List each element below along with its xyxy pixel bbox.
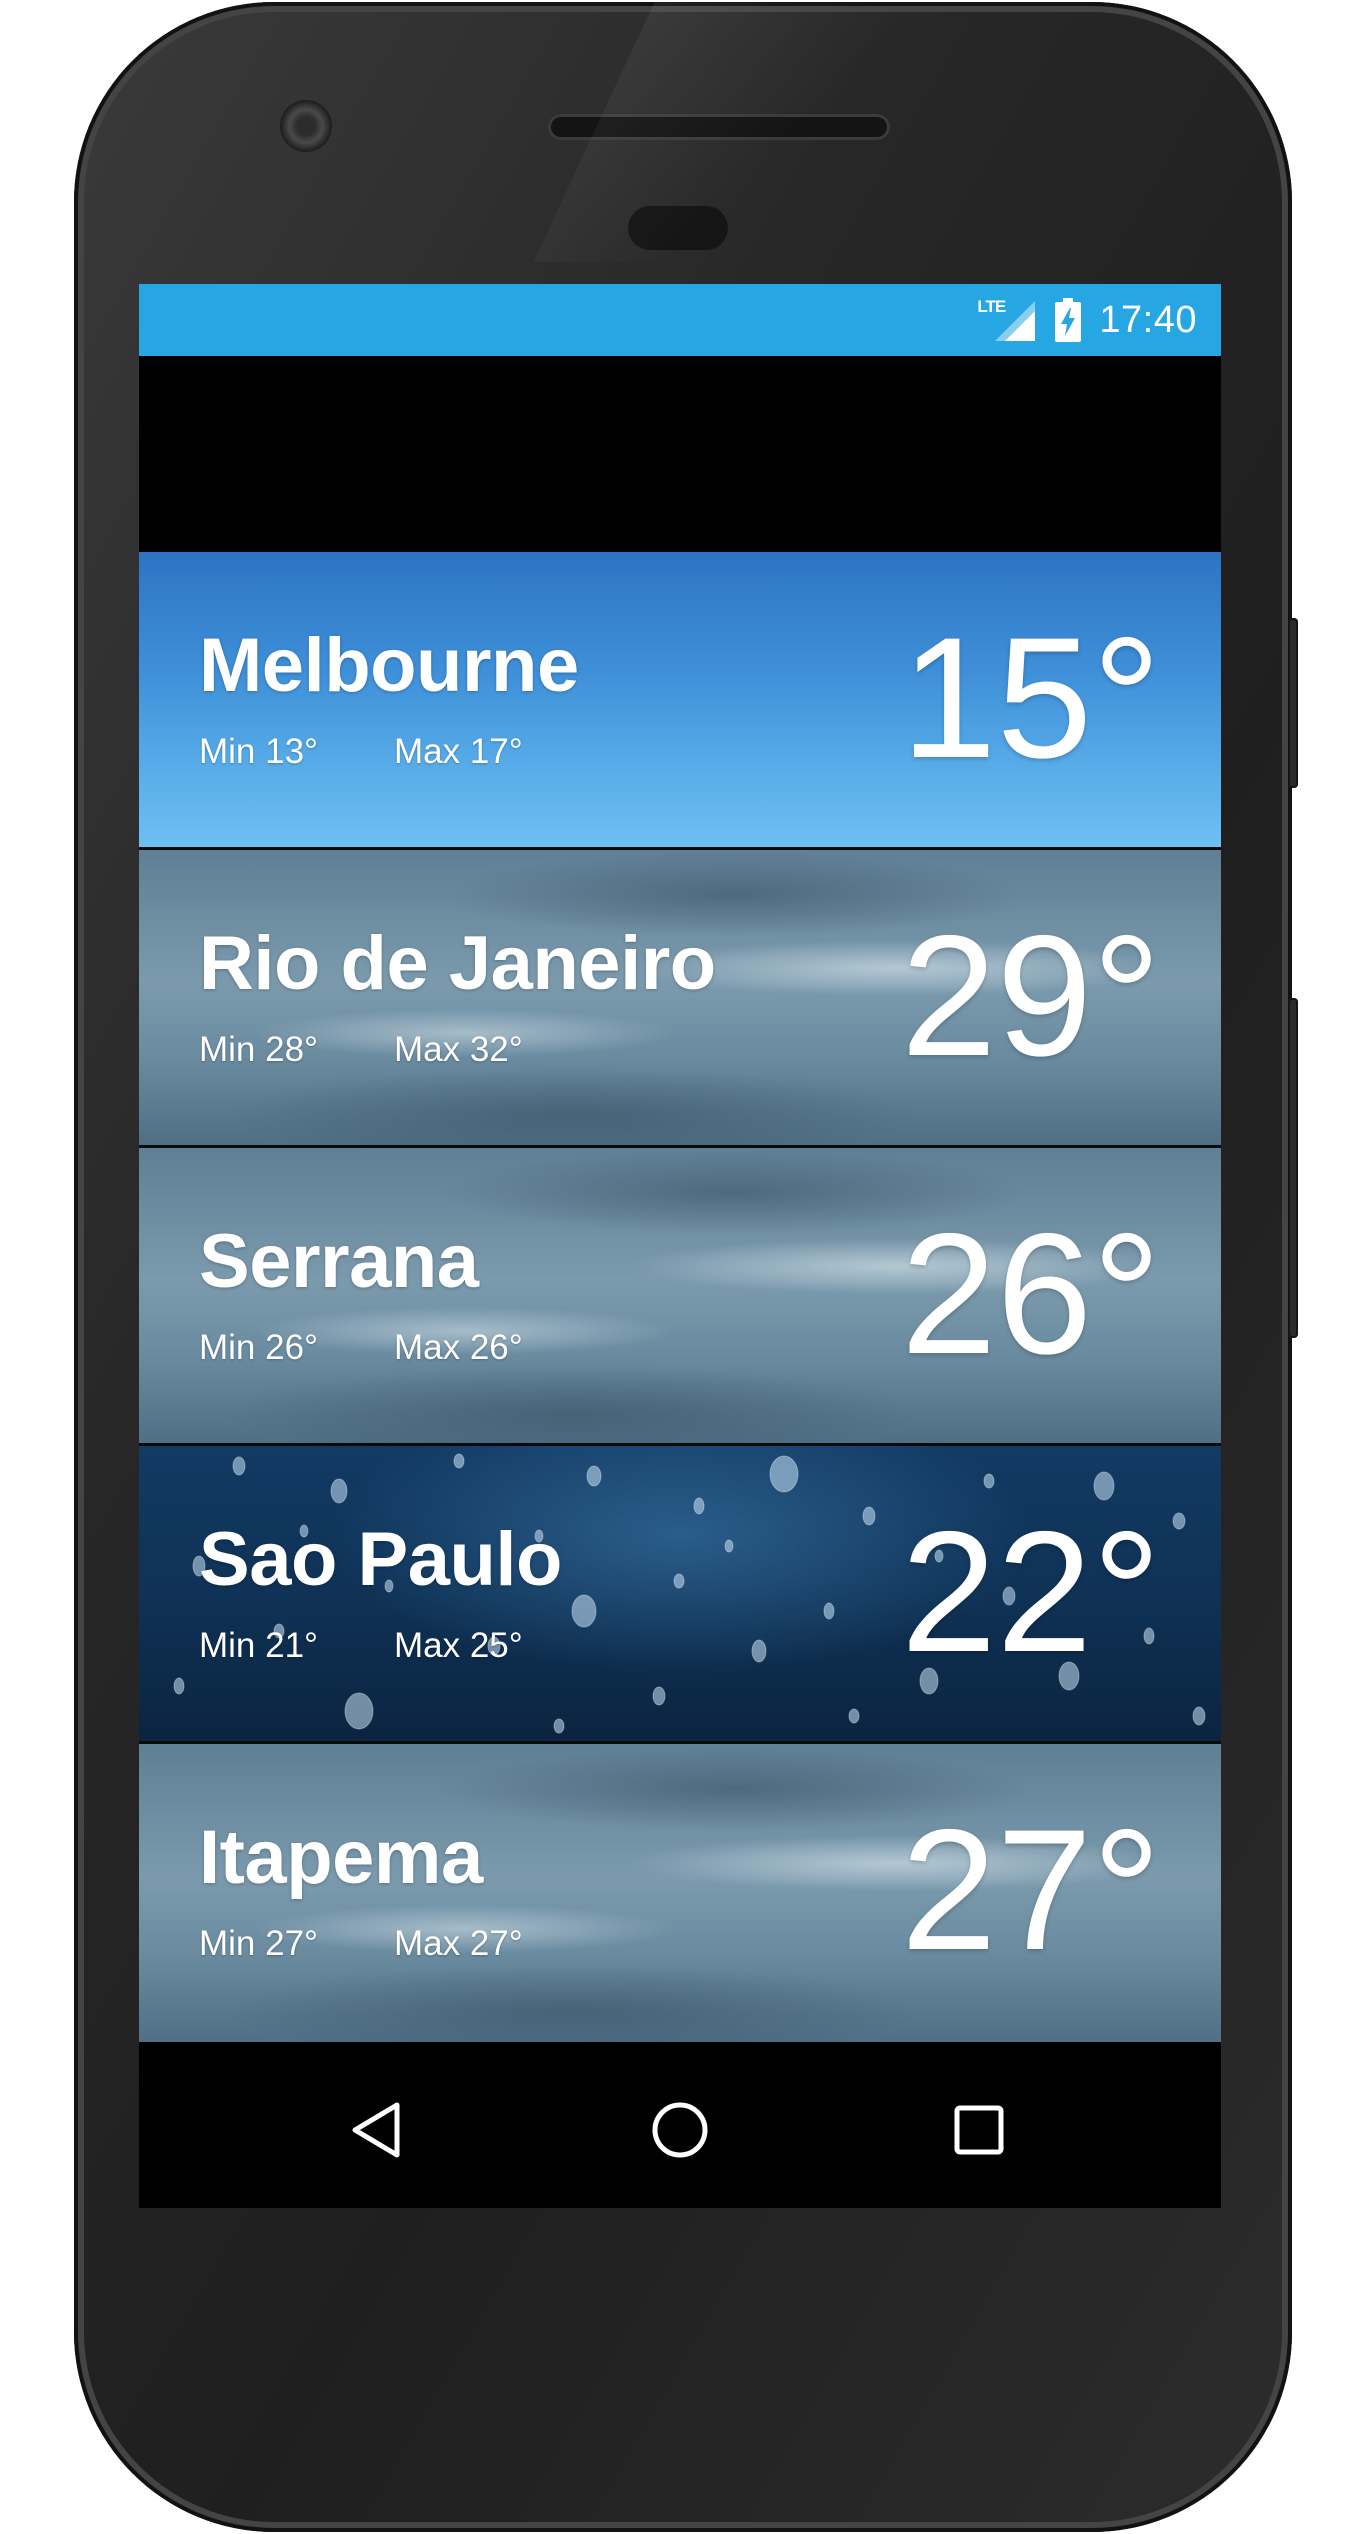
earpiece-speaker	[548, 114, 890, 140]
min-max-temps: Min 13° Max 17°	[199, 732, 523, 772]
min-temp: Min 27°	[199, 1924, 319, 1963]
current-temp: 27°	[900, 1794, 1161, 1986]
front-camera	[280, 100, 332, 152]
min-temp: Min 13°	[199, 732, 319, 771]
city-list[interactable]: Melbourne Min 13° Max 17° 15° Rio de Jan…	[139, 552, 1221, 2042]
current-temp: 22°	[900, 1496, 1161, 1688]
city-name: Melbourne	[199, 623, 579, 708]
home-button[interactable]	[640, 2090, 720, 2170]
battery-charging-icon	[1055, 298, 1082, 342]
city-name: Rio de Janeiro	[199, 921, 716, 1006]
navigation-bar	[139, 2052, 1221, 2208]
city-name: Itapema	[199, 1815, 483, 1900]
min-max-temps: Min 26° Max 26°	[199, 1328, 523, 1368]
min-max-temps: Min 27° Max 27°	[199, 1924, 523, 1964]
city-row-rio-de-janeiro[interactable]: Rio de Janeiro Min 28° Max 32° 29°	[139, 850, 1221, 1148]
back-button[interactable]	[337, 2090, 417, 2170]
city-name: Serrana	[199, 1219, 479, 1304]
screen: LTE 17:40 Melbourne Min 13° Max 17° 15°	[139, 284, 1221, 2208]
status-bar: LTE 17:40	[139, 284, 1221, 356]
min-max-temps: Min 21° Max 25°	[199, 1626, 523, 1666]
city-name: Sao Paulo	[199, 1517, 562, 1602]
proximity-sensor	[628, 206, 728, 250]
lte-signal-icon: LTE	[977, 297, 1037, 343]
power-button	[1288, 618, 1298, 788]
volume-button	[1288, 998, 1298, 1338]
status-icons: LTE 17:40	[977, 284, 1197, 356]
city-row-itapema[interactable]: Itapema Min 27° Max 27° 27°	[139, 1744, 1221, 2042]
city-row-sao-paulo[interactable]: Sao Paulo Min 21° Max 25° 22°	[139, 1446, 1221, 1744]
min-temp: Min 26°	[199, 1328, 319, 1367]
city-row-serrana[interactable]: Serrana Min 26° Max 26° 26°	[139, 1148, 1221, 1446]
current-temp: 15°	[900, 602, 1161, 794]
min-temp: Min 28°	[199, 1030, 319, 1069]
city-row-melbourne[interactable]: Melbourne Min 13° Max 17° 15°	[139, 552, 1221, 850]
max-temp: Max 32°	[394, 1030, 523, 1069]
current-temp: 29°	[900, 900, 1161, 1092]
back-triangle-icon	[352, 2102, 400, 2158]
max-temp: Max 25°	[394, 1626, 523, 1665]
max-temp: Max 27°	[394, 1924, 523, 1963]
recents-button[interactable]	[939, 2090, 1019, 2170]
max-temp: Max 17°	[394, 732, 523, 771]
app-bar	[139, 356, 1221, 552]
recents-square-icon	[954, 2105, 1004, 2155]
min-max-temps: Min 28° Max 32°	[199, 1030, 523, 1070]
min-temp: Min 21°	[199, 1626, 319, 1665]
status-clock: 17:40	[1099, 298, 1197, 341]
home-circle-icon	[652, 2102, 708, 2158]
current-temp: 26°	[900, 1198, 1161, 1390]
max-temp: Max 26°	[394, 1328, 523, 1367]
